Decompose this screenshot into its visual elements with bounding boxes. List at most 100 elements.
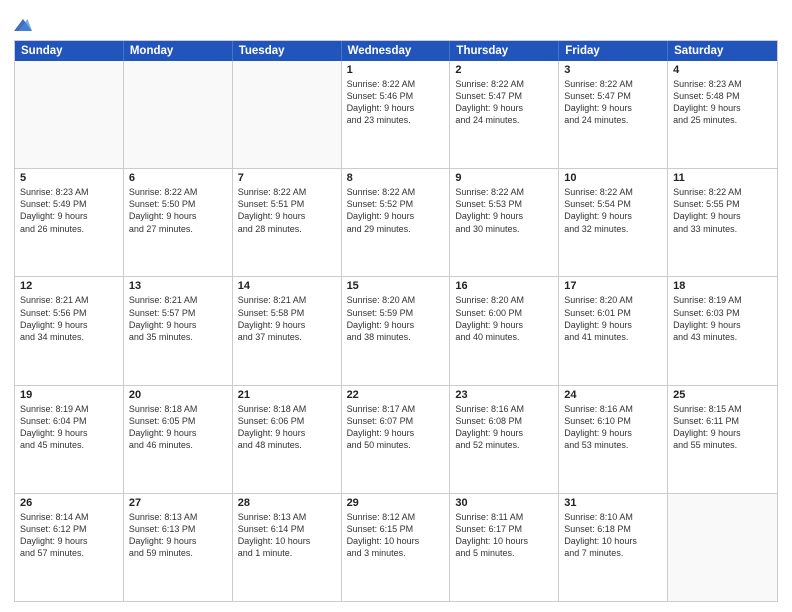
calendar-cell: 8Sunrise: 8:22 AM Sunset: 5:52 PM Daylig… [342, 169, 451, 276]
weekday-header: Sunday [15, 41, 124, 61]
day-number: 1 [347, 64, 445, 76]
cell-info: Sunrise: 8:22 AM Sunset: 5:54 PM Dayligh… [564, 186, 662, 235]
calendar-cell: 22Sunrise: 8:17 AM Sunset: 6:07 PM Dayli… [342, 386, 451, 493]
calendar-cell: 10 Sunrise: 8:22 AM Sunset: 5:54 PM Dayli… [559, 169, 668, 276]
cell-info: Sunrise: 8:14 AM Sunset: 6:12 PM Dayligh… [20, 511, 118, 560]
cell-info: Sunrise: 8:13 AM Sunset: 6:14 PM Dayligh… [238, 511, 336, 560]
day-number: 18 [673, 280, 772, 292]
calendar-cell: 1 Sunrise: 8:22 AM Sunset: 5:46 PM Daylig… [342, 61, 451, 168]
calendar-body: 1 Sunrise: 8:22 AM Sunset: 5:46 PM Daylig… [15, 61, 777, 601]
calendar-cell: 12 Sunrise: 8:21 AM Sunset: 5:56 PM Dayli… [15, 277, 124, 384]
calendar-cell: 3Sunrise: 8:22 AM Sunset: 5:47 PM Daylig… [559, 61, 668, 168]
day-number: 19 [20, 389, 118, 401]
calendar-row: 26 Sunrise: 8:14 AM Sunset: 6:12 PM Dayli… [15, 493, 777, 601]
calendar-row: 19 Sunrise: 8:19 AM Sunset: 6:04 PM Dayli… [15, 385, 777, 493]
calendar-cell: 6Sunrise: 8:22 AM Sunset: 5:50 PM Daylig… [124, 169, 233, 276]
cell-info: Sunrise: 8:20 AM Sunset: 6:00 PM Dayligh… [455, 294, 553, 343]
day-number: 30 [455, 497, 553, 509]
calendar-cell: 15 Sunrise: 8:20 AM Sunset: 5:59 PM Dayli… [342, 277, 451, 384]
cell-info: Sunrise: 8:21 AM Sunset: 5:57 PM Dayligh… [129, 294, 227, 343]
weekday-header: Wednesday [342, 41, 451, 61]
cell-info: Sunrise: 8:18 AM Sunset: 6:05 PM Dayligh… [129, 403, 227, 452]
logo-icon [14, 16, 32, 34]
calendar-cell: 18 Sunrise: 8:19 AM Sunset: 6:03 PM Dayli… [668, 277, 777, 384]
calendar-cell: 20 Sunrise: 8:18 AM Sunset: 6:05 PM Dayli… [124, 386, 233, 493]
day-number: 10 [564, 172, 662, 184]
day-number: 28 [238, 497, 336, 509]
calendar-header: SundayMondayTuesdayWednesdayThursdayFrid… [15, 41, 777, 61]
weekday-header: Monday [124, 41, 233, 61]
cell-info: Sunrise: 8:20 AM Sunset: 6:01 PM Dayligh… [564, 294, 662, 343]
day-number: 14 [238, 280, 336, 292]
cell-info: Sunrise: 8:22 AM Sunset: 5:53 PM Dayligh… [455, 186, 553, 235]
cell-info: Sunrise: 8:15 AM Sunset: 6:11 PM Dayligh… [673, 403, 772, 452]
calendar-row: 1 Sunrise: 8:22 AM Sunset: 5:46 PM Daylig… [15, 61, 777, 168]
calendar-cell: 30 Sunrise: 8:11 AM Sunset: 6:17 PM Dayli… [450, 494, 559, 601]
day-number: 17 [564, 280, 662, 292]
calendar-cell: 2 Sunrise: 8:22 AM Sunset: 5:47 PM Daylig… [450, 61, 559, 168]
calendar-cell: 11 Sunrise: 8:22 AM Sunset: 5:55 PM Dayli… [668, 169, 777, 276]
cell-info: Sunrise: 8:19 AM Sunset: 6:03 PM Dayligh… [673, 294, 772, 343]
calendar-cell: 26 Sunrise: 8:14 AM Sunset: 6:12 PM Dayli… [15, 494, 124, 601]
day-number: 27 [129, 497, 227, 509]
calendar-cell: 13 Sunrise: 8:21 AM Sunset: 5:57 PM Dayli… [124, 277, 233, 384]
day-number: 11 [673, 172, 772, 184]
calendar: SundayMondayTuesdayWednesdayThursdayFrid… [14, 40, 778, 602]
day-number: 20 [129, 389, 227, 401]
day-number: 29 [347, 497, 445, 509]
day-number: 2 [455, 64, 553, 76]
calendar-cell: 28 Sunrise: 8:13 AM Sunset: 6:14 PM Dayli… [233, 494, 342, 601]
cell-info: Sunrise: 8:18 AM Sunset: 6:06 PM Dayligh… [238, 403, 336, 452]
cell-info: Sunrise: 8:22 AM Sunset: 5:55 PM Dayligh… [673, 186, 772, 235]
calendar-cell: 5 Sunrise: 8:23 AM Sunset: 5:49 PM Daylig… [15, 169, 124, 276]
day-number: 8 [347, 172, 445, 184]
day-number: 26 [20, 497, 118, 509]
calendar-cell: 24 Sunrise: 8:16 AM Sunset: 6:10 PM Dayli… [559, 386, 668, 493]
calendar-cell: 17 Sunrise: 8:20 AM Sunset: 6:01 PM Dayli… [559, 277, 668, 384]
day-number: 15 [347, 280, 445, 292]
calendar-cell: 23Sunrise: 8:16 AM Sunset: 6:08 PM Dayli… [450, 386, 559, 493]
calendar-cell: 16Sunrise: 8:20 AM Sunset: 6:00 PM Dayli… [450, 277, 559, 384]
day-number: 31 [564, 497, 662, 509]
calendar-cell [668, 494, 777, 601]
calendar-cell: 29 Sunrise: 8:12 AM Sunset: 6:15 PM Dayli… [342, 494, 451, 601]
day-number: 13 [129, 280, 227, 292]
calendar-cell [124, 61, 233, 168]
day-number: 24 [564, 389, 662, 401]
cell-info: Sunrise: 8:19 AM Sunset: 6:04 PM Dayligh… [20, 403, 118, 452]
day-number: 6 [129, 172, 227, 184]
calendar-cell: 14 Sunrise: 8:21 AM Sunset: 5:58 PM Dayli… [233, 277, 342, 384]
day-number: 25 [673, 389, 772, 401]
cell-info: Sunrise: 8:23 AM Sunset: 5:49 PM Dayligh… [20, 186, 118, 235]
day-number: 5 [20, 172, 118, 184]
day-number: 22 [347, 389, 445, 401]
cell-info: Sunrise: 8:22 AM Sunset: 5:47 PM Dayligh… [455, 78, 553, 127]
calendar-cell: 4 Sunrise: 8:23 AM Sunset: 5:48 PM Daylig… [668, 61, 777, 168]
cell-info: Sunrise: 8:16 AM Sunset: 6:10 PM Dayligh… [564, 403, 662, 452]
cell-info: Sunrise: 8:23 AM Sunset: 5:48 PM Dayligh… [673, 78, 772, 127]
cell-info: Sunrise: 8:21 AM Sunset: 5:58 PM Dayligh… [238, 294, 336, 343]
calendar-row: 12 Sunrise: 8:21 AM Sunset: 5:56 PM Dayli… [15, 276, 777, 384]
weekday-header: Saturday [668, 41, 777, 61]
day-number: 7 [238, 172, 336, 184]
cell-info: Sunrise: 8:22 AM Sunset: 5:46 PM Dayligh… [347, 78, 445, 127]
cell-info: Sunrise: 8:13 AM Sunset: 6:13 PM Dayligh… [129, 511, 227, 560]
weekday-header: Thursday [450, 41, 559, 61]
calendar-cell: 31 Sunrise: 8:10 AM Sunset: 6:18 PM Dayli… [559, 494, 668, 601]
day-number: 12 [20, 280, 118, 292]
calendar-cell: 27 Sunrise: 8:13 AM Sunset: 6:13 PM Dayli… [124, 494, 233, 601]
weekday-header: Tuesday [233, 41, 342, 61]
weekday-header: Friday [559, 41, 668, 61]
cell-info: Sunrise: 8:10 AM Sunset: 6:18 PM Dayligh… [564, 511, 662, 560]
calendar-cell: 19 Sunrise: 8:19 AM Sunset: 6:04 PM Dayli… [15, 386, 124, 493]
cell-info: Sunrise: 8:12 AM Sunset: 6:15 PM Dayligh… [347, 511, 445, 560]
day-number: 21 [238, 389, 336, 401]
cell-info: Sunrise: 8:20 AM Sunset: 5:59 PM Dayligh… [347, 294, 445, 343]
calendar-cell [233, 61, 342, 168]
cell-info: Sunrise: 8:22 AM Sunset: 5:47 PM Dayligh… [564, 78, 662, 127]
day-number: 9 [455, 172, 553, 184]
calendar-cell [15, 61, 124, 168]
cell-info: Sunrise: 8:11 AM Sunset: 6:17 PM Dayligh… [455, 511, 553, 560]
day-number: 4 [673, 64, 772, 76]
cell-info: Sunrise: 8:21 AM Sunset: 5:56 PM Dayligh… [20, 294, 118, 343]
